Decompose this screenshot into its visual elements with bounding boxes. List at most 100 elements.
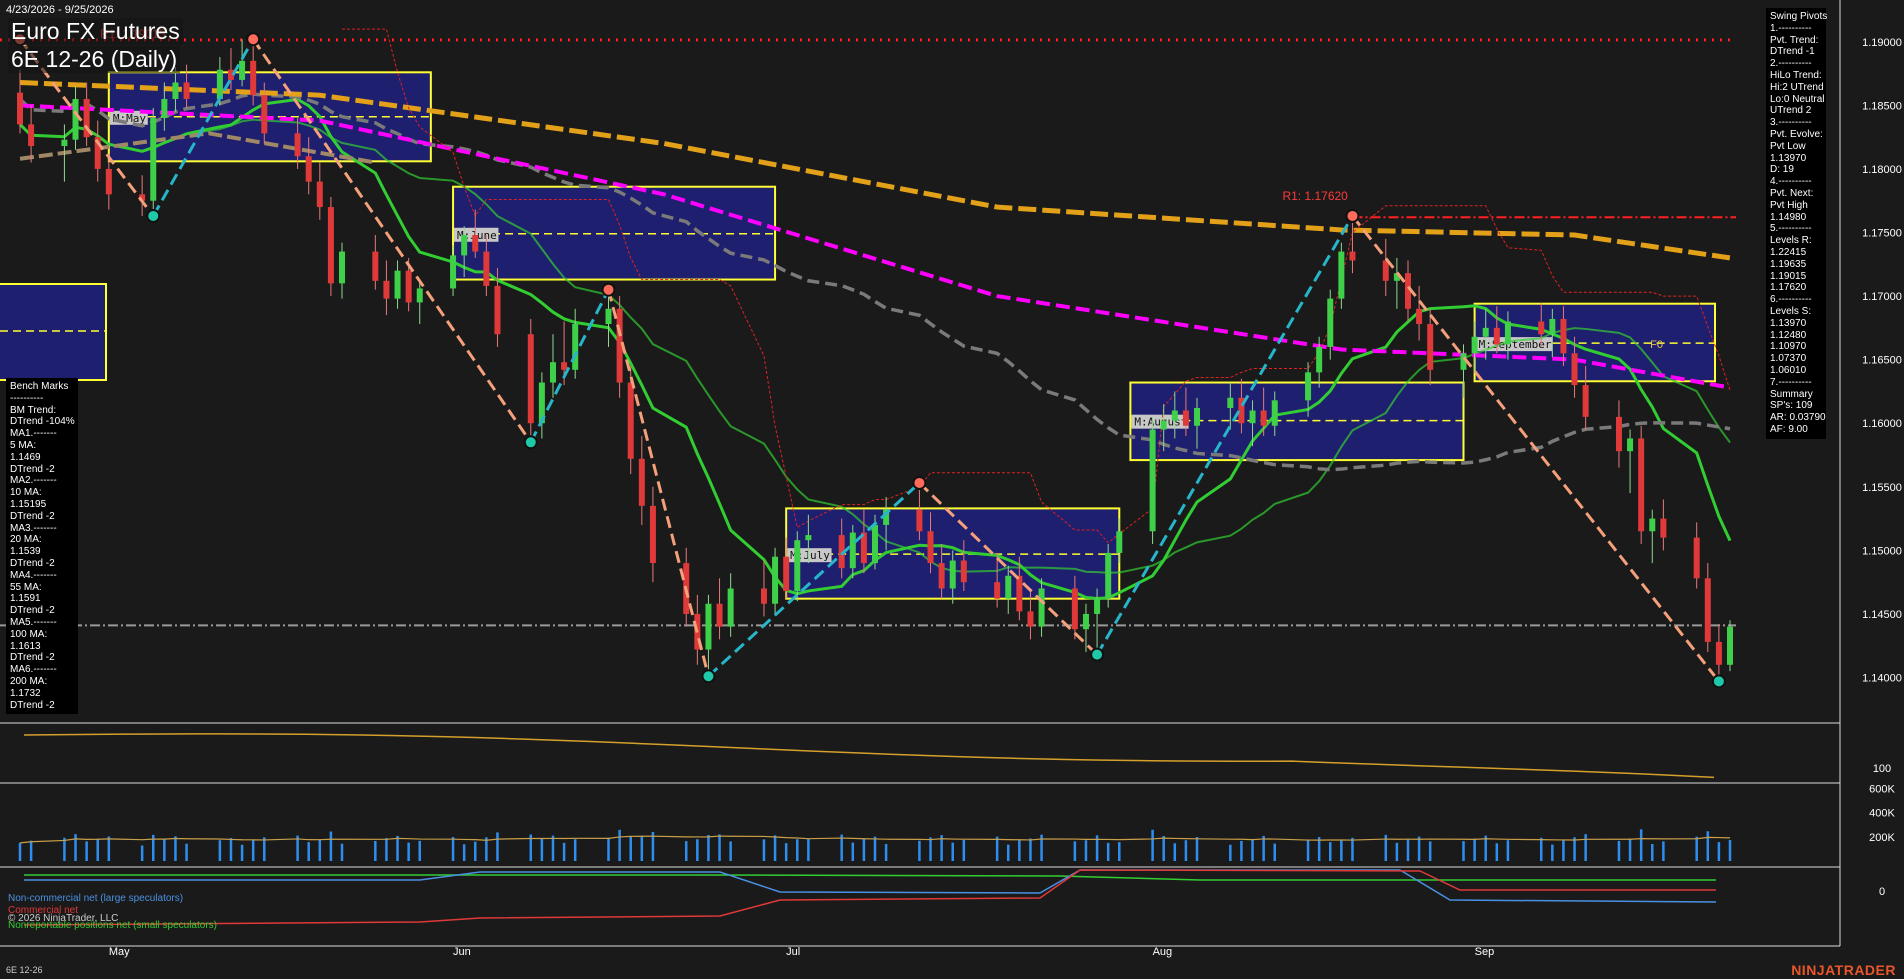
swing-pivots-line: 2.---------- <box>1770 58 1812 70</box>
candle-body[interactable] <box>927 531 934 564</box>
candle-body[interactable] <box>1171 410 1178 421</box>
candle-body[interactable] <box>638 458 645 506</box>
candle-body[interactable] <box>339 251 346 284</box>
candle-body[interactable] <box>1504 321 1511 345</box>
candle-body[interactable] <box>1693 537 1700 579</box>
candle-body[interactable] <box>1482 327 1489 337</box>
candle-body[interactable] <box>1027 611 1034 627</box>
candle-body[interactable] <box>1116 531 1123 553</box>
candle-body[interactable] <box>1260 410 1267 426</box>
candle-body[interactable] <box>61 139 68 147</box>
candle-body[interactable] <box>561 362 568 370</box>
candle-body[interactable] <box>938 563 945 589</box>
candle-body[interactable] <box>394 270 401 299</box>
candle-body[interactable] <box>649 505 656 564</box>
candle-body[interactable] <box>1327 298 1334 347</box>
candle-body[interactable] <box>872 524 878 564</box>
candle-body[interactable] <box>1493 327 1500 345</box>
candle-body[interactable] <box>1338 251 1345 299</box>
candle-body[interactable] <box>949 560 956 589</box>
candle-body[interactable] <box>72 99 79 140</box>
candle-body[interactable] <box>705 603 712 650</box>
candle-body[interactable] <box>1082 613 1089 630</box>
candle-body[interactable] <box>239 60 246 80</box>
candle-body[interactable] <box>105 168 112 195</box>
candle-body[interactable] <box>772 556 779 604</box>
candle-body[interactable] <box>627 382 634 459</box>
candle-body[interactable] <box>28 124 35 147</box>
candle-body[interactable] <box>316 181 323 208</box>
price-chart[interactable]: M:MayM:JuneM:JulyM:AugustM:SeptemberF0 R… <box>0 0 1904 979</box>
candle-body[interactable] <box>416 288 423 303</box>
candle-body[interactable] <box>1316 346 1323 373</box>
candle-body[interactable] <box>494 285 501 335</box>
candle-body[interactable] <box>483 251 490 286</box>
candle-body[interactable] <box>1560 318 1567 354</box>
candle-body[interactable] <box>1427 324 1434 370</box>
candle-body[interactable] <box>1715 641 1722 665</box>
candle-body[interactable] <box>1727 626 1733 665</box>
candle-body[interactable] <box>1038 588 1045 627</box>
candle-body[interactable] <box>1549 318 1556 335</box>
candle-body[interactable] <box>1638 438 1645 532</box>
candle-body[interactable] <box>849 532 856 569</box>
candle-body[interactable] <box>1627 438 1634 452</box>
candle-body[interactable] <box>1271 400 1278 426</box>
candle-body[interactable] <box>261 95 268 134</box>
candle-body[interactable] <box>1582 385 1589 417</box>
candle-body[interactable] <box>1149 429 1156 532</box>
candle-body[interactable] <box>1382 260 1389 281</box>
candle-body[interactable] <box>572 324 579 370</box>
candle-body[interactable] <box>1094 598 1101 614</box>
candle-body[interactable] <box>472 235 479 252</box>
candle-body[interactable] <box>794 540 801 592</box>
candle-body[interactable] <box>527 334 534 424</box>
candle-body[interactable] <box>1704 578 1711 642</box>
candle-body[interactable] <box>1649 518 1656 532</box>
candle-body[interactable] <box>960 560 967 583</box>
candle-body[interactable] <box>605 308 612 325</box>
candle-body[interactable] <box>1227 397 1234 408</box>
candle-body[interactable] <box>1182 410 1189 426</box>
candle-body[interactable] <box>1471 336 1478 354</box>
candle-body[interactable] <box>250 60 257 96</box>
bench-marks-line: 1.1732 <box>10 687 41 699</box>
candle-body[interactable] <box>805 535 812 541</box>
candle-body[interactable] <box>17 92 23 125</box>
candle-body[interactable] <box>450 255 457 289</box>
candle-body[interactable] <box>183 82 190 99</box>
candle-body[interactable] <box>1005 575 1012 599</box>
candle-body[interactable] <box>1660 518 1667 538</box>
candle-body[interactable] <box>1349 251 1356 261</box>
candle-body[interactable] <box>1160 420 1167 430</box>
candle-body[interactable] <box>372 251 379 281</box>
candle-body[interactable] <box>294 133 301 157</box>
candle-body[interactable] <box>994 582 1001 599</box>
candle-body[interactable] <box>150 118 157 201</box>
candle-body[interactable] <box>783 556 790 592</box>
candle-body[interactable] <box>1571 353 1578 386</box>
candle-body[interactable] <box>916 509 923 532</box>
candle-body[interactable] <box>405 270 412 303</box>
candle-body[interactable] <box>1071 588 1078 630</box>
candle-body[interactable] <box>1416 308 1423 325</box>
candle-body[interactable] <box>1538 321 1545 335</box>
candle-body[interactable] <box>461 235 468 256</box>
candle-body[interactable] <box>549 362 556 383</box>
candle-body[interactable] <box>1016 575 1023 612</box>
candle-body[interactable] <box>760 588 767 604</box>
candle-body[interactable] <box>172 82 179 99</box>
bench-marks-line: MA4.------- <box>10 569 57 581</box>
candle-body[interactable] <box>716 603 723 627</box>
candle-body[interactable] <box>1615 416 1622 452</box>
candle-body[interactable] <box>216 69 223 99</box>
candle-body[interactable] <box>727 588 734 627</box>
candle-body[interactable] <box>1305 372 1312 401</box>
candle-body[interactable] <box>1105 552 1112 599</box>
candle-body[interactable] <box>161 99 168 119</box>
candle-body[interactable] <box>327 207 334 284</box>
candle-body[interactable] <box>305 156 312 182</box>
candle-body[interactable] <box>1194 407 1201 426</box>
candle-body[interactable] <box>383 280 390 299</box>
candle-body[interactable] <box>1249 410 1256 424</box>
